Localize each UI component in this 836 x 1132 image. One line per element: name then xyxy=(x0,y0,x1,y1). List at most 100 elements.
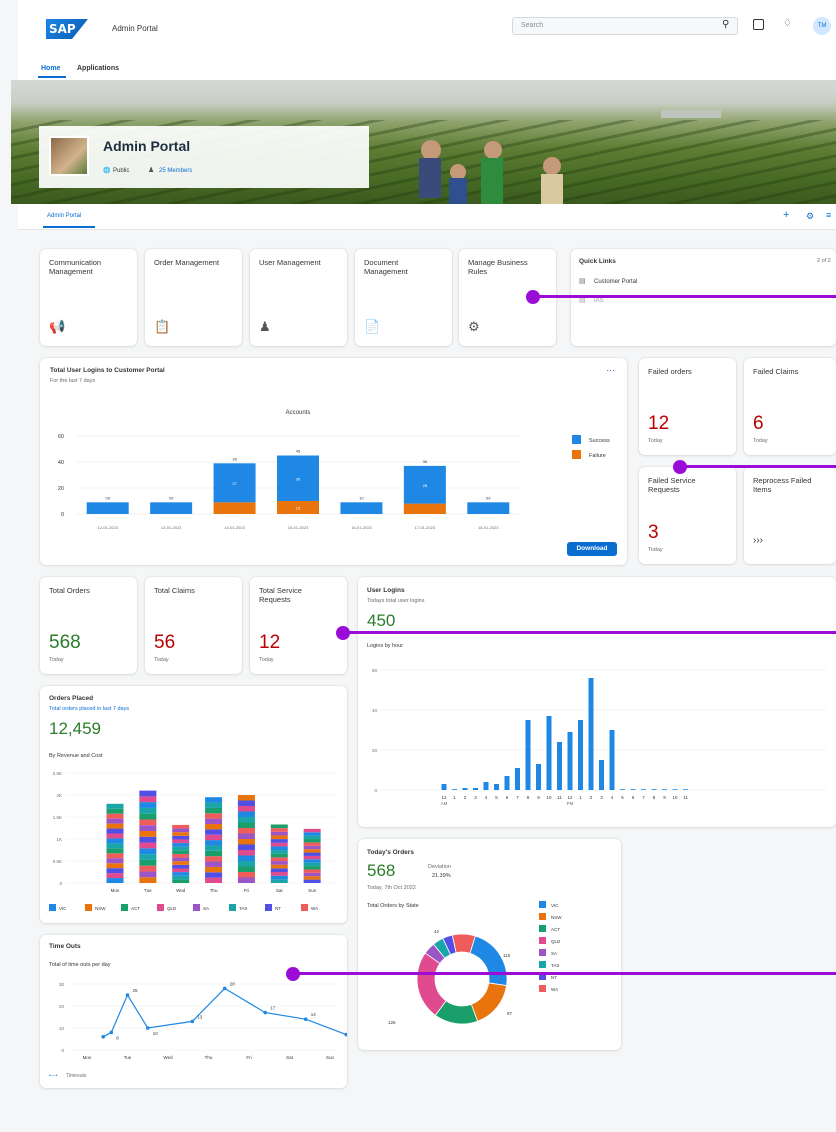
stacked-segment xyxy=(237,866,255,872)
search-input[interactable]: Search xyxy=(512,17,738,35)
x-tick-label: Sat xyxy=(276,888,284,893)
kpi-value: 56 xyxy=(154,632,176,653)
stacked-segment xyxy=(303,828,321,833)
stacked-segment xyxy=(139,813,157,820)
stacked-segment xyxy=(106,818,124,824)
legend-label: TAS xyxy=(239,906,247,911)
kpi-total-service-requests[interactable]: Total Service Requests 12 Today xyxy=(250,577,347,674)
x-tick-sublabel: AM xyxy=(441,801,448,806)
download-button[interactable]: Download xyxy=(567,542,617,556)
stacked-segment xyxy=(205,818,223,825)
subnav-tab-admin-portal[interactable]: Admin Portal xyxy=(47,213,81,219)
search-icon[interactable]: ⚲ xyxy=(722,19,729,30)
legend-swatch xyxy=(85,904,92,911)
x-tick-label: 1 xyxy=(453,795,456,800)
stacked-segment xyxy=(172,857,190,862)
x-tick-label: 1 xyxy=(579,795,582,800)
x-tick-label: 10 xyxy=(672,795,678,800)
bell-icon[interactable]: ♢ xyxy=(783,18,792,29)
tile-document-management[interactable]: Document Management 📄 xyxy=(355,249,452,346)
orders-donut-chart: 115 87 126 42 VIC NSW ACT QLD SA TAS NT WA xyxy=(388,901,562,1025)
x-tick-label: Fri xyxy=(246,1055,251,1060)
x-tick-label: 10 xyxy=(546,795,552,800)
y-tick-label: 30 xyxy=(59,982,65,987)
stacked-segment xyxy=(172,839,190,844)
y-tick-label: 2.5K xyxy=(53,771,62,776)
stacked-segment xyxy=(270,824,288,829)
quick-link-customer-portal[interactable]: Customer Portal xyxy=(594,279,637,285)
stacked-segment xyxy=(205,813,223,819)
x-tick-label: 6 xyxy=(632,795,635,800)
x-tick-label: 12 xyxy=(567,795,573,800)
legend-swatch xyxy=(572,435,581,444)
stacked-segment xyxy=(205,834,223,841)
kpi-label: Reprocess Failed Items xyxy=(753,476,812,494)
globe-icon: 🌐 xyxy=(103,168,111,174)
stacked-segment xyxy=(139,802,157,808)
y-tick-label: 60 xyxy=(372,668,378,673)
stacked-segment xyxy=(237,877,255,883)
stacked-segment xyxy=(106,808,124,814)
avatar[interactable]: TM xyxy=(813,17,831,35)
user-logins-card: User Logins Todays total user logins 450… xyxy=(358,577,836,827)
logins-bar-chart: Accounts 0 20 40 60 09 12-01-2023 09 13-01-2023 3… xyxy=(58,410,610,530)
stacked-segment xyxy=(172,879,190,883)
point-label: 13 xyxy=(197,1014,203,1019)
tile-order-management[interactable]: Order Management 📋 xyxy=(145,249,242,346)
legend-swatch xyxy=(539,913,546,920)
stacked-segment xyxy=(303,832,321,836)
hour-bar xyxy=(567,732,573,790)
stacked-segment xyxy=(139,831,157,837)
y-tick-label: 1.5K xyxy=(53,815,62,820)
x-tick-label: 7 xyxy=(642,795,645,800)
kpi-reprocess-failed-items[interactable]: Reprocess Failed Items ››› xyxy=(744,467,836,564)
kpi-total-claims[interactable]: Total Claims 56 Today xyxy=(145,577,242,674)
kpi-value: 568 xyxy=(49,632,81,653)
tab-applications[interactable]: Applications xyxy=(77,64,119,73)
stacked-segment xyxy=(205,872,223,878)
legend-swatch xyxy=(572,450,581,459)
stacked-segment xyxy=(106,873,124,879)
stacked-segment xyxy=(270,842,288,847)
kpi-failed-claims[interactable]: Failed Claims 6 Today xyxy=(744,358,836,455)
x-tick-label: 6 xyxy=(506,795,509,800)
add-icon[interactable]: + xyxy=(783,209,789,221)
clipboard-icon: 📋 xyxy=(154,319,171,334)
stacked-segment xyxy=(303,855,321,860)
x-tick-label: Wed xyxy=(163,1055,173,1060)
stacked-segment xyxy=(303,872,321,877)
tile-user-management[interactable]: User Management ♟ xyxy=(250,249,347,346)
hour-bar xyxy=(672,789,678,790)
kpi-failed-orders[interactable]: Failed orders 12 Today xyxy=(639,358,736,455)
chevrons-icon: ››› xyxy=(753,535,763,546)
stacked-segment xyxy=(172,850,190,854)
stacked-segment xyxy=(205,877,223,883)
x-tick-label: Mon xyxy=(111,888,120,893)
kpi-failed-service-requests[interactable]: Failed Service Requests 3 Today xyxy=(639,467,736,564)
x-tick-label: 2 xyxy=(464,795,467,800)
members-link[interactable]: 25 Members xyxy=(159,168,192,174)
y-tick-label: 40 xyxy=(372,708,378,713)
y-tick-label: 60 xyxy=(58,434,64,440)
stacked-segment xyxy=(172,832,190,836)
stacked-segment xyxy=(106,848,124,854)
stacked-segment xyxy=(303,842,321,846)
quick-links-title: Quick Links xyxy=(579,258,616,265)
stacked-segment xyxy=(237,811,255,817)
stacked-segment xyxy=(172,861,190,865)
stacked-segment xyxy=(237,839,255,845)
stacked-segment xyxy=(205,850,223,857)
quick-link-ias[interactable]: IAS xyxy=(594,298,604,304)
settings-icon[interactable]: ⚙ xyxy=(806,211,814,222)
assistant-icon[interactable] xyxy=(753,19,764,30)
stacked-segment xyxy=(106,823,124,829)
tab-home[interactable]: Home xyxy=(41,64,60,73)
hour-bar xyxy=(651,789,657,790)
menu-icon[interactable]: ≡ xyxy=(826,210,831,220)
stacked-segment xyxy=(139,842,157,849)
stacked-segment xyxy=(237,817,255,823)
tile-communication-management[interactable]: Communication Management 📢 xyxy=(40,249,137,346)
x-tick-label: Sun xyxy=(308,888,317,893)
kpi-total-orders[interactable]: Total Orders 568 Today xyxy=(40,577,137,674)
stacked-segment xyxy=(106,858,124,864)
